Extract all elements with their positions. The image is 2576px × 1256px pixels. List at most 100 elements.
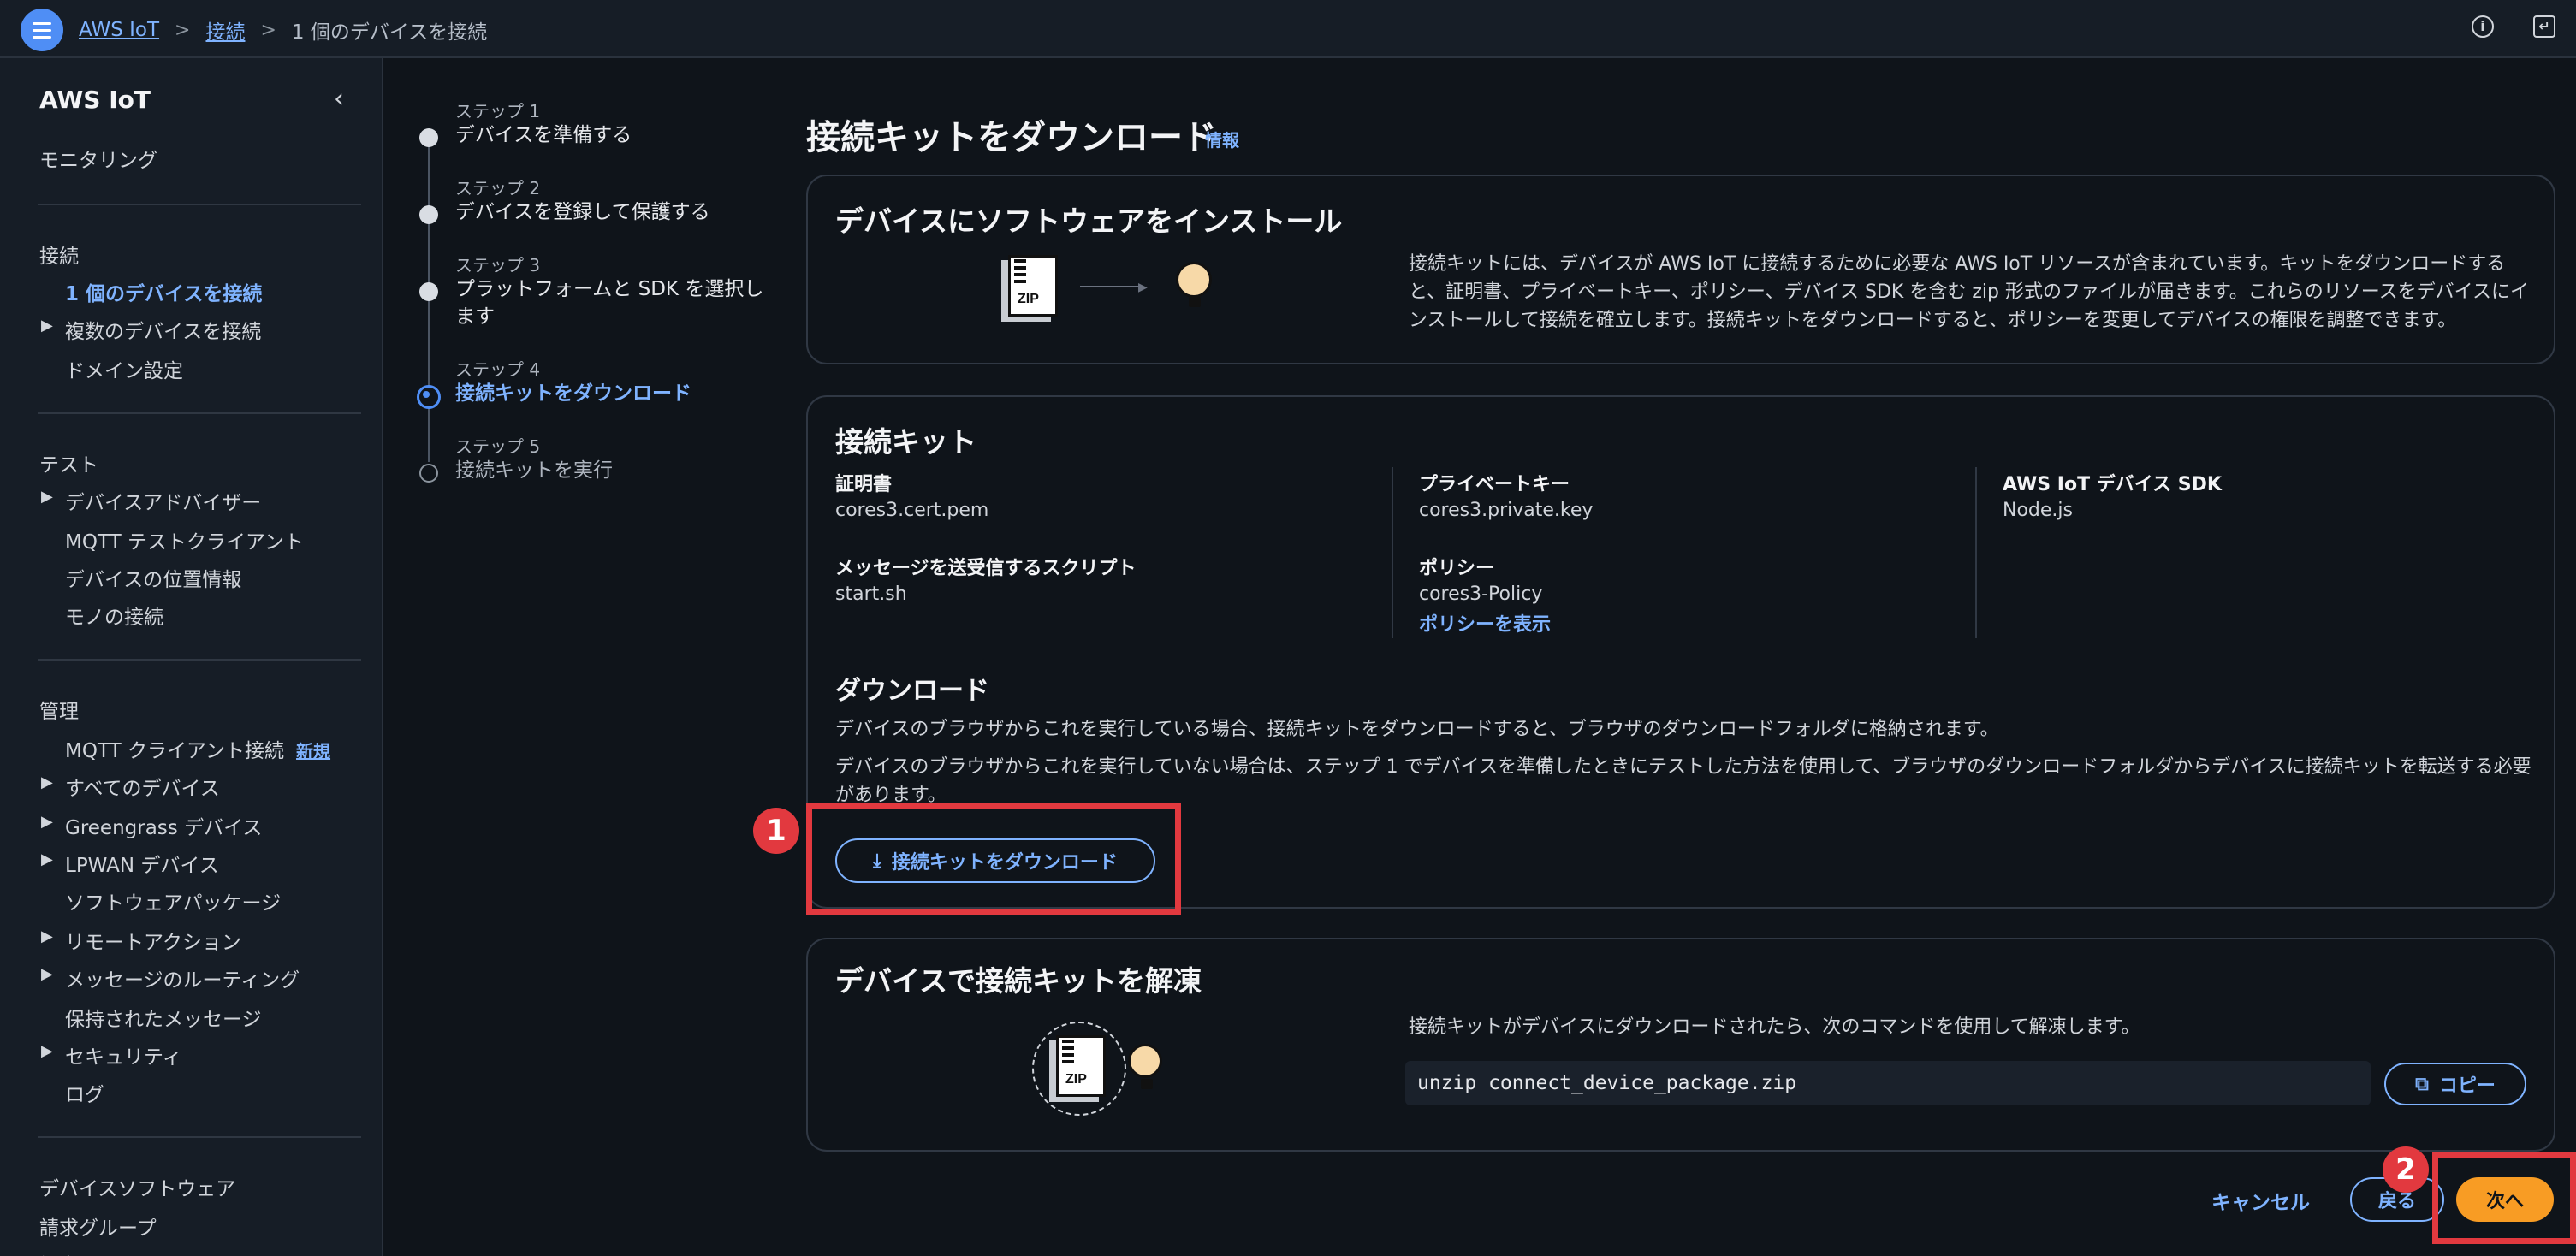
unzip-card-title: デバイスで接続キットを解凍 [835,964,1202,998]
menu-icon[interactable] [21,9,63,51]
expand-icon[interactable]: ▶ [41,488,53,506]
step-5-pending-icon [419,464,438,483]
sidebar: AWS IoT ‹ モニタリング 接続 1 個のデバイスを接続 ▶ 複数のデバイ… [0,58,383,1256]
breadcrumb-aws-iot[interactable]: AWS IoT [79,19,159,41]
expand-icon[interactable]: ▶ [41,965,53,983]
sidebar-item-all-devices[interactable]: すべてのデバイス [65,772,220,801]
expand-icon[interactable]: ▶ [41,813,53,831]
step-3-label: ステップ 3 [455,255,541,275]
download-text-1: デバイスのブラウザからこれを実行している場合、接続キットをダウンロードすると、ブ… [835,719,1999,740]
highlight-box-download [806,803,1181,915]
highlight-box-next [2432,1152,2576,1244]
steps-connector-line [428,402,430,462]
sidebar-item-mqtt-client-connection[interactable]: MQTT クライアント接続 新規 [65,734,330,763]
breadcrumb-connect[interactable]: 接続 [205,15,245,44]
sidebar-item-logs[interactable]: ログ [65,1078,104,1107]
policy-value: cores3-Policy [1419,584,1543,605]
sidebar-item-greengrass-devices[interactable]: Greengrass デバイス [65,811,262,840]
sidebar-item-message-routing[interactable]: メッセージのルーティング [65,963,300,992]
sidebar-item-retained-messages[interactable]: 保持されたメッセージ [65,1003,262,1032]
chevron-right-icon: > [175,19,191,41]
sidebar-item-device-advisor[interactable]: デバイスアドバイザー [65,486,261,515]
column-divider [1975,467,1977,638]
new-badge: 新規 [296,741,331,761]
unzip-command-code: unzip connect_device_package.zip [1405,1061,2371,1105]
step-4-label: ステップ 4 [455,359,541,380]
sidebar-item-domain-config[interactable]: ドメイン設定 [65,354,183,383]
collapse-sidebar-icon[interactable]: ‹ [334,84,344,114]
connection-kit-title: 接続キット [835,425,976,459]
sidebar-item-device-location[interactable]: デバイスの位置情報 [65,563,241,592]
breadcrumb-current: 1 個のデバイスを接続 [291,21,488,44]
certificate-label: 証明書 [835,474,893,495]
sdk-label: AWS IoT デバイス SDK [2003,474,2222,495]
sidebar-item-monitoring[interactable]: モニタリング [39,144,157,173]
sidebar-item-lpwan-devices[interactable]: LPWAN デバイス [65,849,219,878]
cancel-button[interactable]: キャンセル [2211,1186,2310,1215]
sidebar-item-connect-one-device[interactable]: 1 個のデバイスを接続 [65,277,262,306]
step-5-name: 接続キットを実行 [455,459,613,482]
divider [38,204,361,205]
copy-icon: ⧉ [2415,1073,2429,1095]
info-link[interactable]: 情報 [1205,127,1239,151]
script-value: start.sh [835,584,907,605]
sidebar-item-device-software[interactable]: デバイスソフトウェア [39,1172,235,1201]
info-icon[interactable]: i [2472,15,2494,38]
step-3-name[interactable]: プラットフォームと SDK を選択します [455,275,772,330]
expand-icon[interactable]: ▶ [41,850,53,868]
step-4-name: 接続キットをダウンロード [455,382,691,405]
copy-button-label: コピー [2438,1075,2496,1097]
chevron-right-icon: > [260,19,276,41]
sidebar-section-connect: 接続 [39,246,79,268]
sidebar-title: AWS IoT [39,86,151,114]
sidebar-item-remote-actions[interactable]: リモートアクション [65,926,241,955]
view-policy-link[interactable]: ポリシーを表示 [1419,609,1551,637]
install-description: 接続キットには、デバイスが AWS IoT に接続するために必要な AWS Io… [1409,253,2529,331]
sidebar-item-connect-many-devices[interactable]: 複数のデバイスを接続 [65,315,261,344]
unzip-card: デバイスで接続キットを解凍 ZIP 接続キットがデバイスにダウンロードされたら、… [806,938,2555,1152]
sidebar-item-security[interactable]: セキュリティ [65,1040,182,1069]
sidebar-item-thing-connection[interactable]: モノの接続 [65,601,163,630]
sidebar-item-settings[interactable]: 設定 [39,1249,79,1256]
step-5-label: ステップ 5 [455,436,541,457]
sidebar-item-software-packages[interactable]: ソフトウェアパッケージ [65,886,281,915]
feedback-icon[interactable]: ↵ [2533,15,2555,38]
arrow-icon [1080,286,1142,287]
steps-connector-line [428,145,430,394]
step-2-label: ステップ 2 [455,178,541,198]
divider [38,1136,361,1138]
step-1-name[interactable]: デバイスを準備する [455,121,772,149]
expand-icon[interactable]: ▶ [41,773,53,791]
zip-label: ZIP [1065,1072,1087,1087]
expand-icon[interactable]: ▶ [41,1042,53,1060]
copy-button[interactable]: ⧉ コピー [2384,1063,2526,1105]
step-1-label: ステップ 1 [455,101,541,121]
download-title: ダウンロード [835,676,989,706]
arrow-head-icon: ▶ [1138,281,1148,294]
step-marker-2: 2 [2383,1146,2429,1193]
sidebar-section-test: テスト [39,454,98,477]
install-software-card: デバイスにソフトウェアをインストール ZIP ▶ 接続キットには、デバイスが A… [806,175,2555,364]
divider [38,412,361,414]
device-bulb-icon [1176,262,1212,307]
step-4-current-icon [417,385,441,409]
private-key-value: cores3.private.key [1419,500,1594,521]
script-label: メッセージを送受信するスクリプト [835,558,1137,579]
step-3-complete-icon [419,282,438,301]
unzip-description: 接続キットがデバイスにダウンロードされたら、次のコマンドを使用して解凍します。 [1409,1016,2140,1038]
policy-label: ポリシー [1419,558,1495,579]
certificate-value: cores3.cert.pem [835,500,989,521]
page-title: 接続キットをダウンロード [806,118,1217,157]
expand-icon[interactable]: ▶ [41,317,53,335]
zip-file-icon: ZIP [1008,255,1058,317]
device-bulb-icon [1128,1044,1162,1089]
zip-file-icon: ZIP [1056,1035,1106,1097]
step-1-complete-icon [419,128,438,147]
sidebar-item-label: MQTT クライアント接続 [65,740,285,762]
sidebar-item-billing-groups[interactable]: 請求グループ [39,1212,157,1241]
step-2-name[interactable]: デバイスを登録して保護する [455,198,772,226]
expand-icon[interactable]: ▶ [41,927,53,945]
step-2-complete-icon [419,205,438,224]
sidebar-section-manage: 管理 [39,701,79,723]
sidebar-item-mqtt-test-client[interactable]: MQTT テストクライアント [65,525,304,554]
